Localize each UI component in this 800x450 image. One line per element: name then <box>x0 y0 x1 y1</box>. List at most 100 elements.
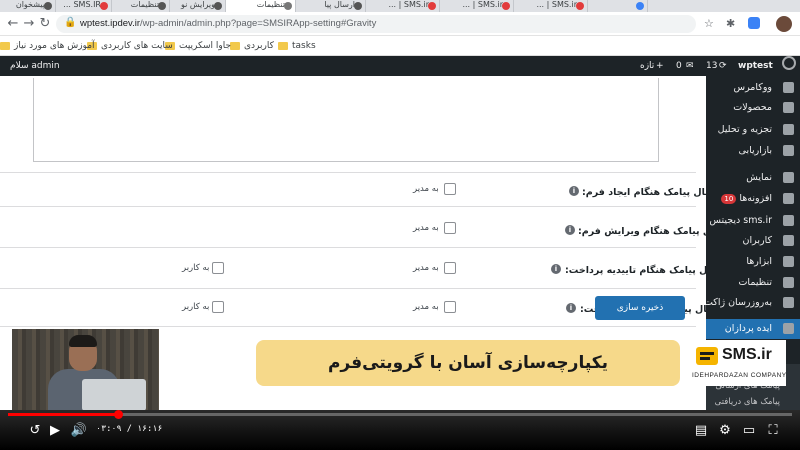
browser-tab[interactable]: پیشخوان <box>0 0 56 12</box>
tab-title: ویرایش نو <box>180 0 215 9</box>
browser-tab-active[interactable]: تنظیمات <box>226 0 296 12</box>
wordpress-icon <box>158 2 166 10</box>
sidebar-item[interactable]: ایده پردازان <box>706 319 800 339</box>
sidebar-item-label: ووکامرس <box>733 82 772 93</box>
reload-icon[interactable]: ↻ <box>36 15 54 33</box>
updates-icon[interactable]: ⟳ <box>719 56 727 76</box>
bookmark-label: tasks <box>292 41 316 51</box>
sidebar-item[interactable]: محصولات <box>706 98 800 118</box>
sidebar-item[interactable]: تنظیمات <box>706 273 800 293</box>
sidebar-item[interactable]: بازاریابی <box>706 141 800 161</box>
logo-subtitle: IDEHPARDAZAN COMPANY <box>692 372 787 379</box>
bookmark-folder[interactable]: آموزش های مورد نیاز <box>0 39 95 53</box>
sidebar-item[interactable]: sms.ir دیجیتس <box>706 211 800 231</box>
browser-tab[interactable]: SMS.ir | ... <box>440 0 514 12</box>
sidebar-item-label: افزونه‌ها <box>739 193 772 204</box>
sidebar-item[interactable]: تجزیه و تحلیل <box>706 120 800 140</box>
update-icon <box>783 297 794 308</box>
wordpress-logo-icon[interactable] <box>782 56 796 70</box>
browser-tab[interactable]: تنظیمات <box>112 0 170 12</box>
browser-tab[interactable] <box>588 0 648 12</box>
play-icon[interactable]: ▶ <box>46 423 64 439</box>
smsir-icon <box>783 323 794 334</box>
admin-checkbox[interactable] <box>444 183 456 195</box>
help-icon[interactable]: i <box>569 186 579 196</box>
marketing-icon <box>783 145 794 156</box>
tab-title: SMS.ir | ... <box>388 0 429 9</box>
analytics-icon <box>783 124 794 135</box>
browser-tab[interactable]: ویرایش نو <box>170 0 226 12</box>
tab-title: SMS.ir | ... <box>536 0 577 9</box>
plus-icon[interactable]: + <box>656 56 664 76</box>
tab-title: SMS.IR ... <box>63 0 101 9</box>
tab-title: ارسال پیا <box>324 0 355 9</box>
admin-checkbox[interactable] <box>444 222 456 234</box>
extension-icon[interactable] <box>748 17 760 29</box>
video-title-banner: یکپارچه‌سازی آسان با گرویتی‌فرم <box>256 340 680 386</box>
miniplayer-icon[interactable]: ▭ <box>740 423 758 439</box>
replay-back-icon[interactable]: ↺ <box>26 423 44 439</box>
bookmark-folder[interactable]: کاربردی <box>230 39 274 53</box>
progress-scrubber[interactable] <box>114 410 123 419</box>
folder-icon <box>278 42 288 50</box>
sidebar-item-label: تنظیمات <box>738 277 772 288</box>
help-icon[interactable]: i <box>551 264 561 274</box>
bookmark-folder[interactable]: جاوا اسکریپت <box>165 39 231 53</box>
admin-checkbox[interactable] <box>444 262 456 274</box>
greeting[interactable]: سلام admin <box>10 56 60 76</box>
admin-checkbox[interactable] <box>444 301 456 313</box>
sidebar-item-label: محصولات <box>733 102 772 113</box>
user-checkbox[interactable] <box>212 301 224 313</box>
sidebar-item[interactable]: ووکامرس <box>706 78 800 98</box>
sms-icon <box>428 2 436 10</box>
row-divider <box>0 326 696 327</box>
browser-tab[interactable]: ارسال پیا <box>296 0 366 12</box>
comments-count[interactable]: 0 <box>676 56 682 76</box>
browser-tab[interactable]: SMS.ir | ... <box>366 0 440 12</box>
tools-icon <box>783 256 794 267</box>
sidebar-item-label: کاربران <box>742 235 772 246</box>
sidebar-item[interactable]: ابزارها <box>706 252 800 272</box>
row-label: ارسال پیامک هنگام ویرایش فرم: <box>578 226 706 237</box>
updates-count[interactable]: 13 <box>706 56 717 76</box>
fullscreen-icon[interactable]: ⛶ <box>764 423 782 439</box>
sidebar-item[interactable]: افزونه‌ها10 <box>706 189 800 209</box>
sms-icon <box>502 2 510 10</box>
woocommerce-icon <box>783 82 794 93</box>
sidebar-item[interactable]: نمایش <box>706 168 800 188</box>
profile-avatar[interactable] <box>776 16 792 32</box>
user-checkbox[interactable] <box>212 262 224 274</box>
subtitles-icon[interactable]: ▤ <box>692 423 710 439</box>
bookmark-folder[interactable]: سایت های کاربردی <box>87 39 173 53</box>
sidebar-item[interactable]: کاربران <box>706 231 800 251</box>
browser-tab[interactable]: SMS.IR ... <box>56 0 112 12</box>
user-checkbox-label: به کاربر <box>182 302 210 312</box>
url-domain: wptest.ipdev.ir <box>80 18 141 29</box>
extensions-icon[interactable]: ✱ <box>726 17 735 30</box>
browser-tab[interactable]: SMS.ir | ... <box>514 0 588 12</box>
site-name[interactable]: wptest <box>738 56 773 76</box>
new-content-label[interactable]: تازه <box>640 56 654 76</box>
help-icon[interactable]: i <box>565 225 575 235</box>
browser-toolbar: ← → ↻ 🔒 wptest.ipdev.ir/wp-admin/admin.p… <box>0 12 800 36</box>
presenter-hair <box>69 335 97 347</box>
address-bar[interactable]: 🔒 wptest.ipdev.ir/wp-admin/admin.php?pag… <box>56 15 696 33</box>
sidebar-item-label: تجزیه و تحلیل <box>717 124 772 135</box>
settings-icon[interactable]: ⚙ <box>716 423 734 439</box>
bookmark-folder[interactable]: tasks <box>278 39 316 53</box>
admin-checkbox-label: به مدیر <box>413 263 439 273</box>
progress-bar[interactable] <box>8 410 792 419</box>
webcam-overlay <box>12 329 159 411</box>
bookmark-label: سایت های کاربردی <box>101 41 173 51</box>
help-icon[interactable]: i <box>566 303 576 313</box>
bookmark-star-icon[interactable]: ☆ <box>704 17 714 30</box>
save-settings-button[interactable]: ذخیره سازی <box>595 296 685 320</box>
url-text: wptest.ipdev.ir/wp-admin/admin.php?page=… <box>80 18 376 29</box>
message-textarea[interactable] <box>33 78 659 162</box>
sidebar-item-label: به‌روزرسان ژاکت <box>706 297 772 308</box>
sidebar-item[interactable]: به‌روزرسان ژاکت <box>706 293 800 313</box>
folder-icon <box>0 42 10 50</box>
sidebar-subitem[interactable]: پیامک های دریافتی <box>706 394 800 410</box>
comments-icon[interactable]: ✉ <box>686 56 694 76</box>
volume-icon[interactable]: 🔊 <box>70 423 88 439</box>
